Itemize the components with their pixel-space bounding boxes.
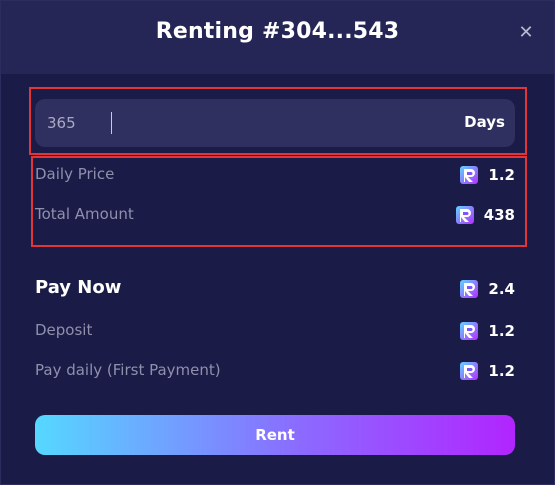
daily-price-row: Daily Price 1.2 xyxy=(35,163,515,187)
deposit-label: Deposit xyxy=(35,321,93,339)
pay-daily-row: Pay daily (First Payment) 1.2 xyxy=(35,359,515,383)
pay-now-row: Pay Now 2.4 xyxy=(35,277,515,301)
days-unit-label: Days xyxy=(464,113,505,131)
token-logo-icon xyxy=(455,206,474,224)
modal-title: Renting #304...543 xyxy=(155,19,400,44)
deposit-row: Deposit 1.2 xyxy=(35,319,515,343)
rent-modal: Renting #304...543 ✕ Days Daily Price xyxy=(0,0,555,485)
total-amount-value: 438 xyxy=(483,206,515,224)
close-icon[interactable]: ✕ xyxy=(516,23,536,43)
token-logo-icon xyxy=(460,166,479,184)
token-logo-icon xyxy=(460,322,479,340)
deposit-value-group: 1.2 xyxy=(459,321,515,341)
token-logo-icon xyxy=(460,362,479,380)
daily-price-value: 1.2 xyxy=(488,166,515,184)
days-input[interactable] xyxy=(47,99,427,147)
pay-now-value: 2.4 xyxy=(488,280,515,298)
total-amount-label: Total Amount xyxy=(35,205,134,223)
pay-now-label: Pay Now xyxy=(35,277,122,298)
pay-daily-value: 1.2 xyxy=(488,362,515,380)
modal-header: Renting #304...543 ✕ xyxy=(1,1,554,74)
total-amount-row: Total Amount 438 xyxy=(35,203,515,227)
text-caret xyxy=(111,112,112,134)
pay-daily-value-group: 1.2 xyxy=(459,361,515,381)
deposit-value: 1.2 xyxy=(488,322,515,340)
total-amount-value-group: 438 xyxy=(455,205,515,225)
pay-daily-label: Pay daily (First Payment) xyxy=(35,361,221,379)
pay-now-value-group: 2.4 xyxy=(459,279,515,299)
daily-price-label: Daily Price xyxy=(35,165,115,183)
days-input-box[interactable]: Days xyxy=(35,99,515,147)
rent-button[interactable]: Rent xyxy=(35,415,515,455)
token-logo-icon xyxy=(460,280,479,298)
daily-price-value-group: 1.2 xyxy=(459,165,515,185)
